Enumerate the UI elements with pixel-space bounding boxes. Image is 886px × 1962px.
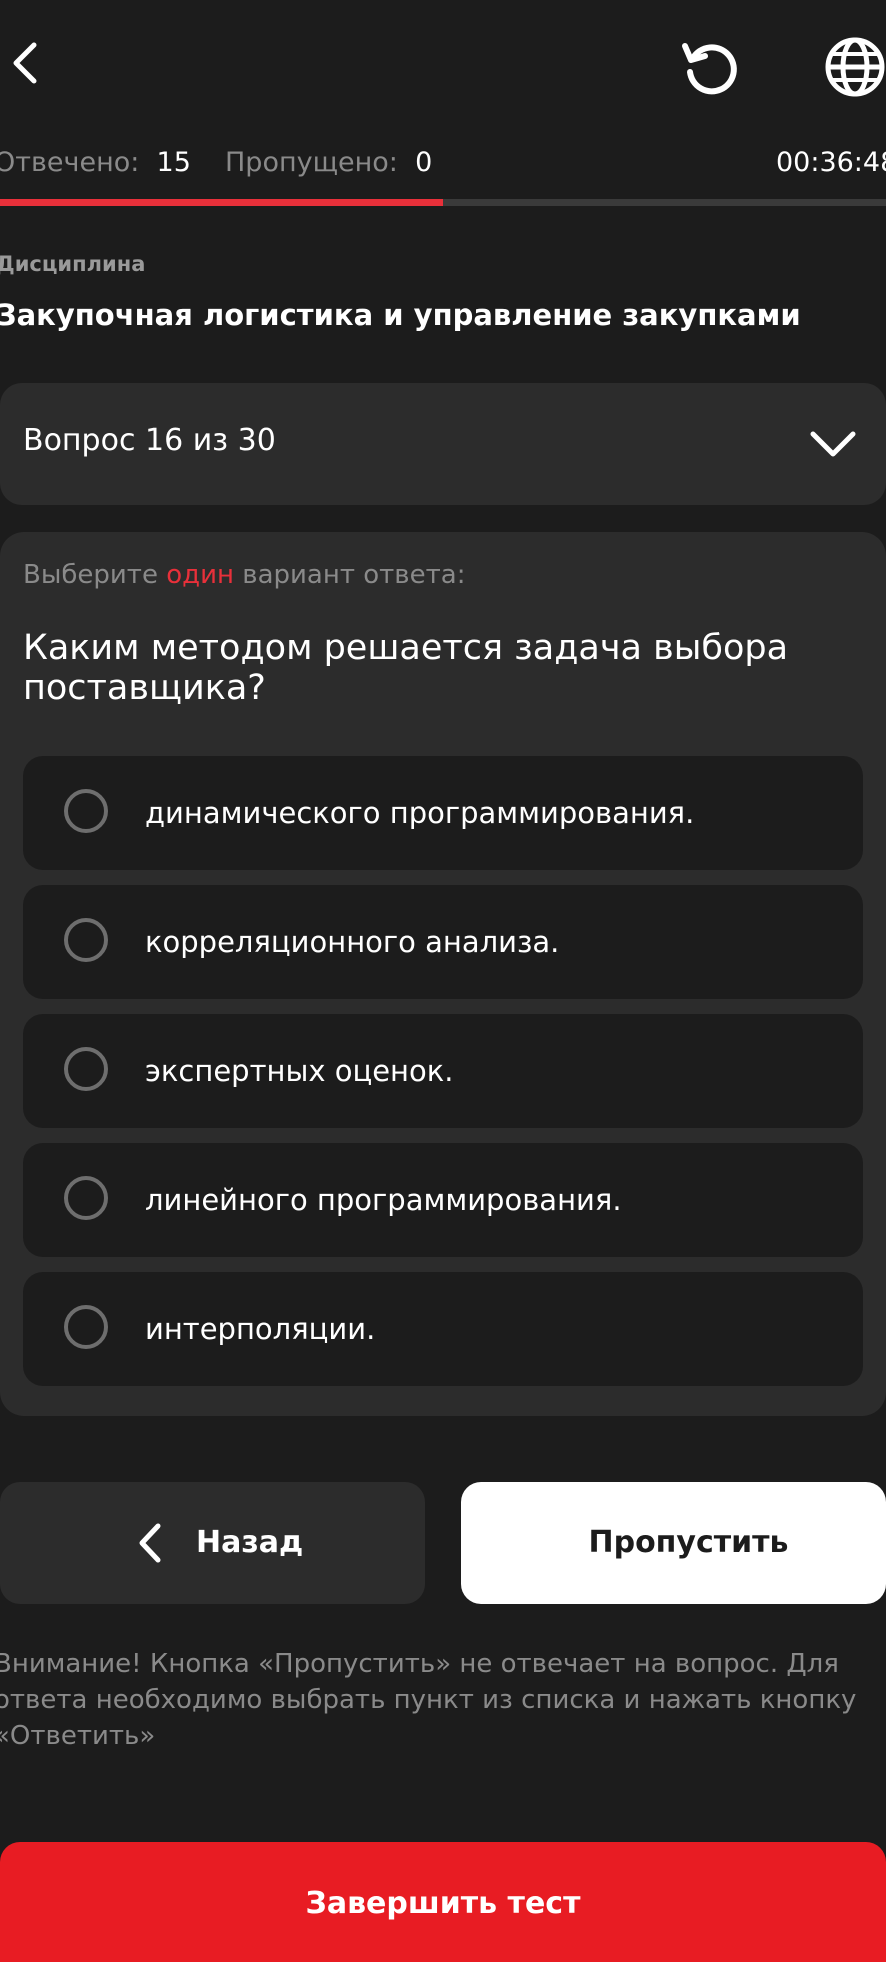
back-nav-button[interactable] (0, 28, 50, 98)
skipped-value: 0 (415, 147, 433, 178)
skip-button-label: Пропустить (588, 1525, 789, 1560)
answered-value: 15 (156, 147, 191, 178)
answer-option-label: интерполяции. (145, 1312, 376, 1346)
answer-option-3[interactable]: экспертных оценок. (23, 1014, 863, 1128)
stats-row: Отвечено: 15 Пропущено: 0 00:36:48 (0, 145, 886, 185)
radio-unchecked-icon[interactable] (64, 1305, 108, 1349)
skip-warning-text: Внимание! Кнопка «Пропустить» не отвечае… (0, 1649, 857, 1751)
discipline-title: Закупочная логистика и управление закупк… (0, 298, 801, 332)
radio-unchecked-icon[interactable] (64, 1047, 108, 1091)
chevron-left-icon (13, 42, 37, 84)
answered-label: Отвечено: (0, 147, 140, 178)
skip-button[interactable]: Пропустить (461, 1482, 886, 1604)
instruction-before: Выберите (23, 560, 167, 590)
discipline-label: Дисциплина (0, 252, 146, 276)
answer-option-5[interactable]: интерполяции. (23, 1272, 863, 1386)
radio-unchecked-icon[interactable] (64, 918, 108, 962)
chevron-down-icon (810, 431, 856, 457)
skipped-label: Пропущено: (225, 147, 398, 178)
radio-unchecked-icon[interactable] (64, 1176, 108, 1220)
progress-bar (0, 199, 886, 206)
answer-instruction: Выберите один вариант ответа: (23, 560, 465, 590)
answer-option-label: линейного программирования. (145, 1183, 622, 1217)
question-counter: Вопрос 16 из 30 (23, 423, 276, 458)
language-button[interactable] (815, 30, 886, 104)
chevron-left-icon (139, 1523, 161, 1563)
instruction-after: вариант ответа: (233, 560, 466, 590)
question-text: Каким методом решается задача выбора пос… (23, 628, 789, 708)
skipped-stat: Пропущено: 0 (225, 145, 432, 181)
globe-icon (825, 37, 885, 97)
answer-option-2[interactable]: корреляционного анализа. (23, 885, 863, 999)
answer-option-label: экспертных оценок. (145, 1054, 454, 1088)
back-button[interactable]: Назад (0, 1482, 425, 1604)
finish-test-label: Завершить тест (305, 1886, 581, 1921)
answer-option-label: динамического программирования. (145, 796, 695, 830)
radio-unchecked-icon[interactable] (64, 789, 108, 833)
top-bar (0, 0, 886, 130)
back-button-label: Назад (196, 1525, 304, 1560)
question-selector-dropdown[interactable]: Вопрос 16 из 30 (0, 383, 886, 505)
reset-button[interactable] (670, 30, 750, 104)
instruction-accent: один (166, 560, 234, 590)
answer-option-4[interactable]: линейного программирования. (23, 1143, 863, 1257)
rotate-ccw-icon (682, 43, 737, 95)
finish-test-button[interactable]: Завершить тест (0, 1842, 886, 1962)
answer-option-label: корреляционного анализа. (145, 925, 560, 959)
answer-option-1[interactable]: динамического программирования. (23, 756, 863, 870)
timer: 00:36:48 (776, 147, 886, 178)
answered-stat: Отвечено: 15 (0, 145, 191, 181)
progress-bar-fill (0, 199, 443, 206)
question-card: Выберите один вариант ответа: Каким мето… (0, 532, 886, 1416)
